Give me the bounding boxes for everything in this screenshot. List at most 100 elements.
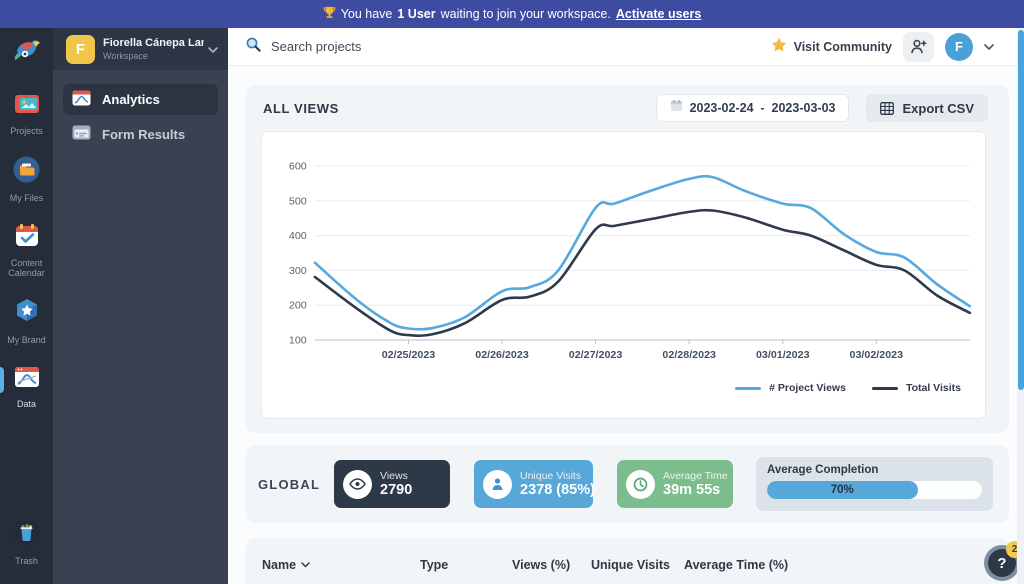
clock-icon xyxy=(626,470,655,499)
visit-community-link[interactable]: Visit Community xyxy=(771,37,892,56)
star-icon xyxy=(771,37,787,56)
top-header: Visit Community F xyxy=(228,28,1024,66)
projects-icon xyxy=(13,92,41,121)
projects-table-panel: Name Type Views (%) Unique Visits Averag… xyxy=(246,538,1009,584)
account-chevron-down-icon[interactable] xyxy=(984,44,994,50)
app-root: You have 1 User waiting to join your wor… xyxy=(0,0,1024,584)
y-axis-tick-label: 100 xyxy=(289,335,307,347)
help-button[interactable]: ? 2 xyxy=(984,545,1020,581)
app-logo[interactable] xyxy=(11,37,43,70)
sidebar-item-label: Projects xyxy=(10,126,43,136)
date-range-picker[interactable]: 2023-02-24 - 2023-03-03 xyxy=(656,94,850,122)
vertical-scrollbar xyxy=(1017,28,1024,584)
trash-icon xyxy=(13,519,40,551)
selected-indicator xyxy=(0,367,4,393)
x-axis-tick-label: 02/28/2023 xyxy=(662,349,716,361)
my-brand-icon xyxy=(14,298,40,330)
sidebar-item-my-files[interactable]: My Files xyxy=(0,150,53,209)
scrollbar-thumb[interactable] xyxy=(1018,30,1024,390)
analytics-icon xyxy=(72,90,91,109)
add-user-button[interactable] xyxy=(903,32,934,62)
sidebar-item-my-brand[interactable]: My Brand xyxy=(0,292,53,351)
sidebar-item-projects[interactable]: Projects xyxy=(0,86,53,142)
person-icon xyxy=(483,470,512,499)
eye-icon xyxy=(343,470,372,499)
legend-item-total-visits: Total Visits xyxy=(872,382,961,394)
sidebar-item-label: Data xyxy=(17,399,36,409)
form-results-icon xyxy=(72,125,91,143)
trophy-icon xyxy=(323,6,336,22)
menu-item-form-results[interactable]: Form Results xyxy=(63,119,218,149)
legend-swatch-project-views xyxy=(735,387,761,390)
workspace-invite-banner: You have 1 User waiting to join your wor… xyxy=(0,0,1024,28)
x-axis-tick-label: 03/02/2023 xyxy=(850,349,904,361)
table-grid-icon xyxy=(880,102,894,115)
sidebar-item-trash[interactable]: Trash xyxy=(0,513,53,572)
sidebar-item-content-calendar[interactable]: Content Calendar xyxy=(0,217,53,284)
column-header-name[interactable]: Name xyxy=(262,558,420,572)
views-stat-card: Views 2790 xyxy=(334,460,450,508)
column-header-type: Type xyxy=(420,558,512,572)
visit-community-label: Visit Community xyxy=(794,40,892,54)
export-csv-button[interactable]: Export CSV xyxy=(866,94,988,122)
banner-highlight: 1 User xyxy=(397,7,435,21)
help-question-mark: ? xyxy=(997,555,1006,572)
views-chart-card: 10020030040050060002/25/202302/26/202302… xyxy=(261,131,986,419)
stat-value: 39m 55s xyxy=(663,482,724,499)
x-axis-tick-label: 02/26/2023 xyxy=(475,349,529,361)
workspace-selector[interactable]: F Fiorella Cánepa Lama Workspace xyxy=(53,28,228,70)
column-label: Name xyxy=(262,558,296,572)
account-avatar[interactable]: F xyxy=(945,33,973,61)
search-input[interactable] xyxy=(271,39,591,54)
banner-text-suffix: waiting to join your workspace. xyxy=(441,7,611,21)
line-chart: 10020030040050060002/25/202302/26/202302… xyxy=(268,144,977,380)
y-axis-tick-label: 400 xyxy=(289,230,307,242)
column-header-views: Views (%) xyxy=(512,558,591,572)
all-views-title: ALL VIEWS xyxy=(263,101,339,116)
sort-chevron-down-icon xyxy=(301,562,310,568)
activate-users-link[interactable]: Activate users xyxy=(616,7,701,21)
workspace-sidebar: F Fiorella Cánepa Lama Workspace Analyti… xyxy=(53,28,228,584)
date-range-end: 2023-03-03 xyxy=(772,101,836,115)
completion-percent: 70% xyxy=(831,484,854,496)
legend-label: Total Visits xyxy=(906,382,961,394)
chart-legend: # Project Views Total Visits xyxy=(268,382,977,394)
stat-label: Views xyxy=(380,470,412,482)
sidebar-item-label: Content Calendar xyxy=(2,258,51,278)
analytics-content: ALL VIEWS 2023-02-24 - 2023-03-03 xyxy=(228,66,1024,584)
legend-swatch-total-visits xyxy=(872,387,898,390)
data-icon xyxy=(13,365,41,394)
search-icon xyxy=(245,36,262,58)
x-axis-tick-label: 02/27/2023 xyxy=(569,349,623,361)
menu-item-label: Analytics xyxy=(102,92,160,107)
y-axis-tick-label: 600 xyxy=(289,161,307,173)
stat-value: 2378 (85%) xyxy=(520,482,584,499)
date-range-start: 2023-02-24 xyxy=(690,101,754,115)
menu-item-analytics[interactable]: Analytics xyxy=(63,84,218,115)
y-axis-tick-label: 500 xyxy=(289,195,307,207)
y-axis-tick-label: 300 xyxy=(289,265,307,277)
main-content: Visit Community F ALL VIEWS xyxy=(228,28,1024,584)
legend-label: # Project Views xyxy=(769,382,846,394)
table-header-row: Name Type Views (%) Unique Visits Averag… xyxy=(262,558,993,572)
date-range-separator: - xyxy=(761,101,765,115)
workspace-name: Fiorella Cánepa Lama xyxy=(103,37,204,49)
workspace-type-label: Workspace xyxy=(103,51,204,61)
stat-value: 2790 xyxy=(380,482,412,499)
column-header-average-time: Average Time (%) xyxy=(684,558,788,572)
global-title: GLOBAL xyxy=(258,477,334,492)
sidebar-item-label: Trash xyxy=(15,556,38,566)
completion-progress-track: 70% xyxy=(767,481,982,499)
y-axis-tick-label: 200 xyxy=(289,300,307,312)
series-line-total-visits xyxy=(315,210,970,336)
calendar-icon xyxy=(670,99,683,117)
stat-label: Unique Visits xyxy=(520,470,584,482)
unique-visits-stat-card: Unique Visits 2378 (85%) xyxy=(474,460,593,508)
legend-item-project-views: # Project Views xyxy=(735,382,846,394)
sidebar-item-data[interactable]: Data xyxy=(0,359,53,415)
banner-text-prefix: You have xyxy=(341,7,393,21)
workspace-avatar: F xyxy=(66,35,95,64)
global-stats-panel: GLOBAL Views 2790 xyxy=(246,445,1009,523)
average-time-stat-card: Average Time 39m 55s xyxy=(617,460,733,508)
stat-label: Average Time xyxy=(663,470,724,482)
